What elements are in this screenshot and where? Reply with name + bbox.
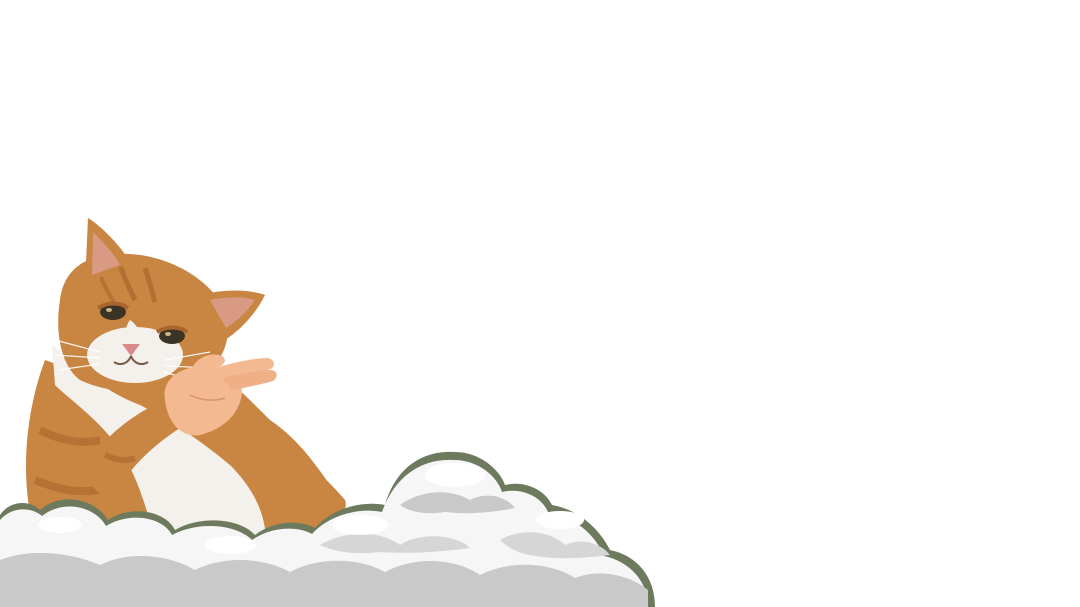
cloud-highlight: [38, 517, 82, 533]
cat-eye-right-highlight: [165, 332, 171, 336]
cloud-highlight: [204, 536, 256, 554]
cat-on-cloud-illustration: [0, 218, 655, 607]
cloud-highlight: [536, 511, 584, 529]
cat-eye-left-highlight: [106, 308, 112, 312]
meme-image: [0, 0, 1080, 607]
cloud-highlight: [425, 463, 485, 487]
cloud-highlight: [332, 515, 388, 535]
